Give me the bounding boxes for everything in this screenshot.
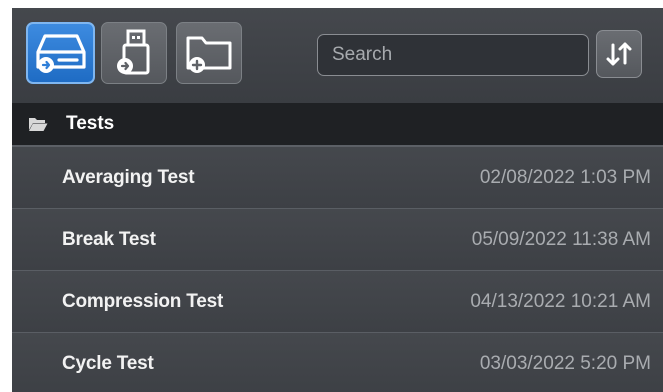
- file-list: Averaging Test 02/08/2022 1:03 PM Break …: [12, 147, 663, 392]
- list-item[interactable]: Cycle Test 03/03/2022 5:20 PM: [12, 333, 663, 392]
- usb-drive-icon: [117, 29, 150, 75]
- item-name: Break Test: [62, 228, 156, 250]
- new-folder-button[interactable]: [176, 22, 242, 84]
- sort-button[interactable]: [596, 30, 642, 78]
- internal-drive-icon: [35, 34, 86, 73]
- file-browser-panel: Tests Averaging Test 02/08/2022 1:03 PM …: [12, 8, 663, 392]
- item-name: Cycle Test: [62, 352, 154, 374]
- usb-drive-button[interactable]: [101, 22, 167, 84]
- new-folder-icon: [186, 36, 232, 73]
- item-date: 04/13/2022 10:21 AM: [470, 290, 651, 312]
- folder-name: Tests: [66, 113, 115, 134]
- toolbar: [12, 8, 663, 103]
- current-folder-header[interactable]: Tests: [12, 103, 663, 147]
- item-date: 05/09/2022 11:38 AM: [471, 228, 651, 250]
- list-item[interactable]: Averaging Test 02/08/2022 1:03 PM: [12, 147, 663, 209]
- internal-drive-button[interactable]: [26, 22, 95, 84]
- search-input[interactable]: [318, 35, 588, 75]
- item-date: 03/03/2022 5:20 PM: [479, 352, 651, 374]
- search-box: [317, 34, 589, 76]
- open-folder-icon: [28, 116, 48, 132]
- item-name: Averaging Test: [62, 166, 195, 188]
- sort-arrows-icon: [606, 42, 632, 66]
- item-date: 02/08/2022 1:03 PM: [479, 166, 651, 188]
- list-item[interactable]: Break Test 05/09/2022 11:38 AM: [12, 209, 663, 271]
- list-item[interactable]: Compression Test 04/13/2022 10:21 AM: [12, 271, 663, 333]
- item-name: Compression Test: [62, 290, 224, 312]
